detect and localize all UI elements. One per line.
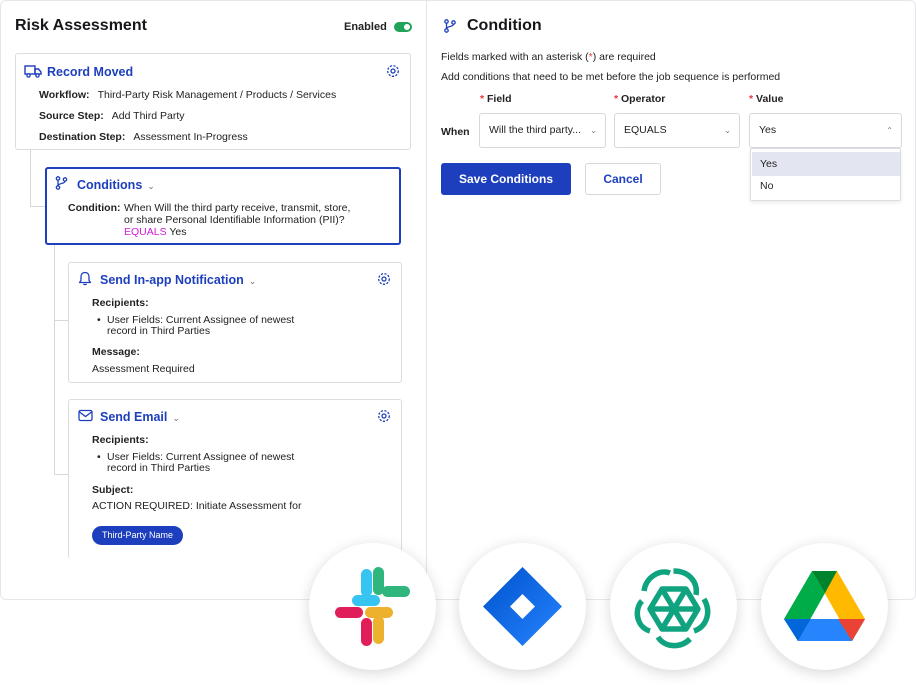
chevron-down-icon[interactable]: ⌄ [147, 181, 155, 192]
branch-icon [444, 19, 456, 33]
enabled-toggle[interactable] [394, 22, 412, 32]
jira-app-tile[interactable] [459, 543, 586, 670]
save-conditions-button[interactable]: Save Conditions [441, 163, 571, 195]
notification-message-value: Assessment Required [92, 363, 195, 375]
google-drive-icon [784, 571, 865, 641]
operator-select[interactable]: EQUALS ⌄ [614, 113, 740, 148]
tree-connector [54, 245, 55, 475]
condition-label: Condition: [68, 202, 121, 214]
field-column-label: Field [487, 93, 512, 105]
value-column-header: * Value [749, 93, 783, 105]
email-recipients-label: Recipients: [92, 434, 149, 446]
truck-icon [24, 65, 42, 78]
email-subject-value: ACTION REQUIRED: Initiate Assessment for [92, 500, 302, 512]
notification-recipients-label: Recipients: [92, 297, 149, 309]
value-option-no[interactable]: No [752, 174, 900, 198]
bell-icon [78, 271, 92, 286]
condition-line-2: or share Personal Identifiable Informati… [124, 214, 345, 226]
destination-step-row: Destination Step: Assessment In-Progress [39, 131, 248, 143]
destination-step-value: Assessment In-Progress [133, 131, 248, 143]
tree-connector [30, 206, 45, 207]
record-moved-title: Record Moved [47, 65, 134, 79]
panel-divider [426, 0, 427, 600]
required-note-suffix: ) are required [592, 51, 656, 63]
bullet-icon: • [97, 451, 101, 463]
operator-column-label: Operator [621, 93, 666, 105]
operator-select-value: EQUALS [624, 124, 667, 136]
send-notification-title-label: Send In-app Notification [100, 273, 244, 287]
value-option-yes[interactable]: Yes [752, 152, 900, 176]
cancel-button[interactable]: Cancel [585, 163, 661, 195]
send-notification-title[interactable]: Send In-app Notification ⌄ [100, 273, 256, 287]
chevron-up-icon: ⌃ [886, 126, 893, 135]
when-label: When [441, 126, 470, 138]
field-select-value: Will the third party... [489, 124, 581, 136]
email-subject-label: Subject: [92, 484, 134, 496]
field-column-header: * Field [480, 93, 512, 105]
chevron-down-icon: ⌄ [724, 126, 731, 135]
conditions-title-label: Conditions [77, 178, 143, 192]
tree-connector [54, 320, 68, 321]
conditions-title[interactable]: Conditions ⌄ [77, 178, 155, 192]
slack-icon [335, 567, 410, 646]
gear-icon[interactable] [377, 272, 391, 286]
destination-step-label: Destination Step: [39, 131, 126, 143]
chevron-down-icon[interactable]: ⌄ [172, 413, 180, 424]
workflow-row: Workflow: Third-Party Risk Management / P… [39, 89, 336, 101]
workflow-value: Third-Party Risk Management / Products /… [97, 89, 337, 101]
workflow-label: Workflow: [39, 89, 90, 101]
source-step-value: Add Third Party [111, 110, 185, 122]
value-column-label: Value [756, 93, 784, 105]
condition-operator: EQUALS [124, 226, 167, 238]
email-recipient-line-2: record in Third Parties [107, 462, 211, 474]
condition-instructions: Add conditions that need to be met befor… [441, 71, 781, 83]
tree-connector [30, 150, 31, 207]
operator-column-header: * Operator [614, 93, 665, 105]
value-select[interactable]: Yes ⌃ [749, 113, 902, 148]
required-fields-note: Fields marked with an asterisk (*) are r… [441, 51, 656, 63]
value-select-value: Yes [759, 124, 777, 136]
source-step-label: Source Step: [39, 110, 104, 122]
chevron-down-icon: ⌄ [590, 126, 597, 135]
third-party-name-token[interactable]: Third-Party Name [92, 526, 184, 545]
required-asterisk: * [749, 93, 754, 105]
tree-connector [54, 474, 68, 475]
notification-recipient-line-2: record in Third Parties [107, 325, 211, 337]
branch-icon [55, 176, 68, 190]
condition-value: Yes [169, 226, 187, 238]
workflow-title: Risk Assessment [15, 17, 147, 34]
condition-panel-title: Condition [467, 17, 542, 34]
send-email-title[interactable]: Send Email ⌄ [100, 410, 180, 424]
chevron-down-icon[interactable]: ⌄ [249, 276, 257, 287]
value-dropdown: Yes No [750, 148, 901, 201]
slack-app-tile[interactable] [309, 543, 436, 670]
source-step-row: Source Step: Add Third Party [39, 110, 185, 122]
openai-icon [634, 568, 711, 649]
openai-app-tile[interactable] [610, 543, 737, 670]
required-note-prefix: Fields marked with an asterisk ( [441, 51, 589, 63]
required-asterisk: * [614, 93, 619, 105]
condition-line-1: When Will the third party receive, trans… [124, 202, 351, 214]
send-email-title-label: Send Email [100, 410, 168, 424]
jira-icon [483, 567, 562, 646]
gear-icon[interactable] [377, 409, 391, 423]
bullet-icon: • [97, 314, 101, 326]
google-drive-app-tile[interactable] [761, 543, 888, 670]
condition-operator-row: EQUALS Yes [124, 226, 186, 238]
gear-icon[interactable] [386, 64, 400, 78]
notification-message-label: Message: [92, 346, 140, 358]
enabled-label: Enabled [344, 21, 387, 33]
field-select[interactable]: Will the third party... ⌄ [479, 113, 606, 148]
required-asterisk: * [480, 93, 485, 105]
mail-icon [78, 409, 93, 422]
